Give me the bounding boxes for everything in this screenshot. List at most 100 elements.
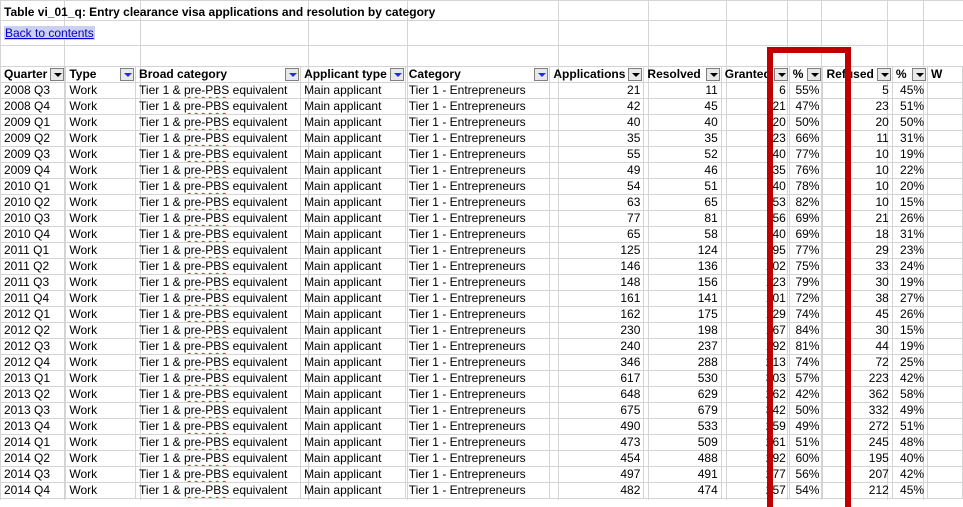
table-cell[interactable]: Tier 1 & pre-PBS equivalent [135, 146, 302, 163]
table-cell[interactable]: Tier 1 & pre-PBS equivalent [135, 306, 302, 323]
table-cell[interactable]: Tier 1 & pre-PBS equivalent [135, 226, 302, 243]
table-cell[interactable]: Main applicant [300, 82, 406, 99]
filter-dropdown-icon[interactable] [705, 68, 720, 81]
table-cell[interactable]: Work [65, 322, 137, 339]
table-cell[interactable]: Tier 1 & pre-PBS equivalent [135, 402, 302, 419]
filter-dropdown-icon[interactable] [628, 68, 643, 81]
filter-dropdown-icon[interactable] [912, 68, 927, 81]
table-cell[interactable] [927, 306, 963, 323]
table-cell[interactable] [927, 466, 963, 483]
table-cell[interactable]: 38 [822, 290, 893, 307]
table-cell[interactable]: 49% [788, 418, 824, 435]
table-cell[interactable]: 261 [720, 434, 790, 451]
table-cell[interactable]: 30 [822, 274, 893, 291]
table-cell[interactable]: 474 [643, 482, 722, 499]
table-cell[interactable]: 47% [788, 98, 824, 115]
table-cell[interactable]: 35 [643, 130, 722, 147]
table-cell[interactable]: 237 [643, 338, 722, 355]
table-cell[interactable]: 213 [720, 354, 790, 371]
table-cell[interactable]: Tier 1 & pre-PBS equivalent [135, 178, 302, 195]
table-cell[interactable]: 292 [720, 450, 790, 467]
table-cell[interactable]: 23% [891, 242, 929, 259]
table-cell[interactable]: Work [65, 146, 137, 163]
table-cell[interactable]: 54 [549, 178, 645, 195]
table-cell[interactable]: Work [65, 290, 137, 307]
table-cell[interactable]: Tier 1 - Entrepreneurs [404, 146, 551, 163]
table-cell[interactable]: Tier 1 & pre-PBS equivalent [135, 386, 302, 403]
table-cell[interactable]: 20% [891, 178, 929, 195]
table-cell[interactable]: 482 [549, 482, 645, 499]
table-cell[interactable]: 40 [643, 114, 722, 131]
table-cell[interactable]: Tier 1 - Entrepreneurs [404, 98, 551, 115]
table-cell[interactable]: 25% [891, 354, 929, 371]
table-cell[interactable]: 69% [788, 226, 824, 243]
table-cell[interactable]: 10 [822, 146, 893, 163]
table-cell[interactable]: 40 [720, 146, 790, 163]
table-cell[interactable]: 148 [549, 274, 645, 291]
table-cell[interactable]: Tier 1 - Entrepreneurs [404, 130, 551, 147]
table-cell[interactable]: 192 [720, 338, 790, 355]
table-cell[interactable]: Work [65, 210, 137, 227]
table-cell[interactable]: 51% [891, 98, 929, 115]
table-cell[interactable]: Tier 1 & pre-PBS equivalent [135, 274, 302, 291]
table-cell[interactable]: 77% [788, 146, 824, 163]
table-cell[interactable]: 2010 Q2 [0, 194, 67, 211]
table-cell[interactable]: Tier 1 - Entrepreneurs [404, 82, 551, 99]
table-cell[interactable]: 42% [788, 386, 824, 403]
table-cell[interactable]: 257 [720, 482, 790, 499]
table-cell[interactable]: Work [65, 274, 137, 291]
table-cell[interactable]: 617 [549, 370, 645, 387]
table-cell[interactable]: 2011 Q4 [0, 290, 67, 307]
table-cell[interactable]: Tier 1 - Entrepreneurs [404, 194, 551, 211]
table-cell[interactable]: 509 [643, 434, 722, 451]
table-cell[interactable]: Tier 1 - Entrepreneurs [404, 418, 551, 435]
table-cell[interactable]: 21 [549, 82, 645, 99]
table-cell[interactable]: 2011 Q2 [0, 258, 67, 275]
table-cell[interactable]: 77 [549, 210, 645, 227]
table-cell[interactable]: 303 [720, 370, 790, 387]
table-cell[interactable]: Tier 1 - Entrepreneurs [404, 274, 551, 291]
table-cell[interactable]: 207 [822, 466, 893, 483]
table-cell[interactable]: Work [65, 434, 137, 451]
table-cell[interactable]: Tier 1 - Entrepreneurs [404, 370, 551, 387]
table-cell[interactable]: 146 [549, 258, 645, 275]
table-cell[interactable]: Work [65, 466, 137, 483]
table-cell[interactable]: 490 [549, 418, 645, 435]
table-cell[interactable]: Main applicant [300, 146, 406, 163]
table-cell[interactable]: 45 [822, 306, 893, 323]
table-cell[interactable] [927, 290, 963, 307]
table-cell[interactable]: 2014 Q3 [0, 466, 67, 483]
table-cell[interactable]: 156 [643, 274, 722, 291]
table-cell[interactable] [927, 274, 963, 291]
table-cell[interactable]: 2008 Q4 [0, 98, 67, 115]
table-cell[interactable]: 679 [643, 402, 722, 419]
table-cell[interactable]: 45% [891, 482, 929, 499]
table-cell[interactable]: 72 [822, 354, 893, 371]
table-cell[interactable]: 42 [549, 98, 645, 115]
table-cell[interactable]: Tier 1 - Entrepreneurs [404, 242, 551, 259]
table-cell[interactable]: Work [65, 306, 137, 323]
table-cell[interactable]: Main applicant [300, 194, 406, 211]
table-cell[interactable]: Main applicant [300, 178, 406, 195]
table-cell[interactable]: 79% [788, 274, 824, 291]
table-cell[interactable]: Tier 1 & pre-PBS equivalent [135, 258, 302, 275]
table-cell[interactable]: 76% [788, 162, 824, 179]
table-cell[interactable]: 11 [643, 82, 722, 99]
table-cell[interactable]: 40 [720, 226, 790, 243]
table-cell[interactable]: 533 [643, 418, 722, 435]
table-cell[interactable]: Tier 1 - Entrepreneurs [404, 178, 551, 195]
table-cell[interactable]: Tier 1 - Entrepreneurs [404, 338, 551, 355]
table-cell[interactable]: 56 [720, 210, 790, 227]
table-cell[interactable]: Work [65, 386, 137, 403]
table-cell[interactable] [927, 242, 963, 259]
table-cell[interactable]: 75% [788, 258, 824, 275]
table-cell[interactable]: Tier 1 - Entrepreneurs [404, 306, 551, 323]
table-cell[interactable]: 19% [891, 338, 929, 355]
table-cell[interactable]: Tier 1 - Entrepreneurs [404, 450, 551, 467]
table-cell[interactable]: 2013 Q1 [0, 370, 67, 387]
filter-dropdown-icon[interactable] [285, 68, 300, 81]
table-cell[interactable]: 2010 Q3 [0, 210, 67, 227]
table-cell[interactable]: 30 [822, 322, 893, 339]
table-cell[interactable]: Work [65, 482, 137, 499]
table-cell[interactable]: 95 [720, 242, 790, 259]
